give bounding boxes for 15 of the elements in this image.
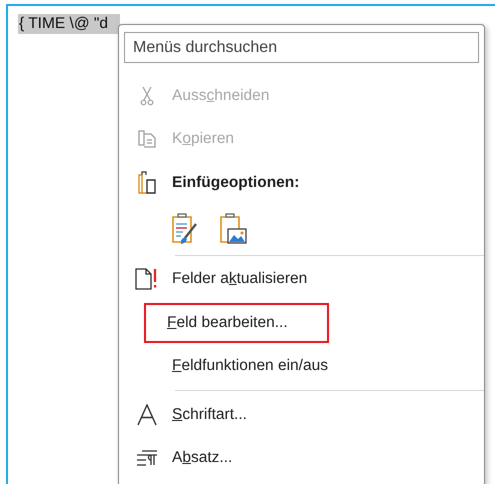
menu-item[interactable]: Schriftart... xyxy=(170,402,249,428)
font-icon xyxy=(137,404,157,426)
paste-format-icon[interactable] xyxy=(170,212,200,246)
field-code: { TIME \@ "d xyxy=(18,14,120,34)
scissors-icon xyxy=(140,86,154,106)
section-heading: Einfügeoptionen: xyxy=(171,172,300,193)
menu-item[interactable]: Felder aktualisieren xyxy=(170,266,310,292)
clipboard-icon xyxy=(137,170,157,195)
paste-picture-icon[interactable] xyxy=(218,212,248,246)
copy-icon xyxy=(137,129,157,150)
search-field[interactable]: Menüs durchsuchen xyxy=(124,32,479,63)
menu-item[interactable]: Feld bearbeiten... xyxy=(146,304,327,341)
paragraph-icon xyxy=(136,450,158,466)
menu-item[interactable]: Feldfunktionen ein/aus xyxy=(170,353,330,380)
menu-item[interactable]: Absatz... xyxy=(170,445,234,472)
